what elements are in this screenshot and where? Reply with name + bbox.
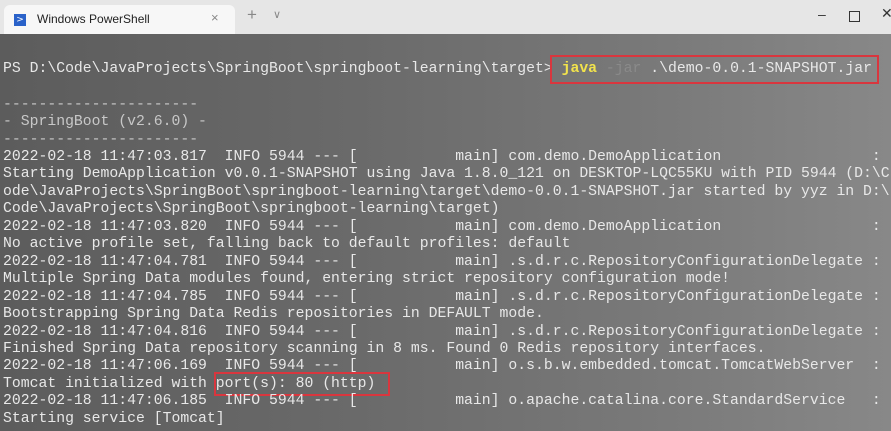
- log-line: Finished Spring Data repository scanning…: [3, 339, 766, 357]
- tab-title: Windows PowerShell: [37, 12, 150, 26]
- close-window-button[interactable]: ✕: [881, 5, 891, 22]
- log-line: 2022-02-18 11:47:04.781 INFO 5944 --- [ …: [3, 252, 881, 270]
- banner-line: - SpringBoot (v2.6.0) -: [3, 113, 207, 131]
- log-line: 2022-02-18 11:47:04.785 INFO 5944 --- [ …: [3, 287, 881, 305]
- log-line: ode\JavaProjects\SpringBoot\springboot-l…: [3, 182, 890, 200]
- log-line: Starting DemoApplication v0.0.1-SNAPSHOT…: [3, 165, 890, 183]
- terminal-output[interactable]: PS D:\Code\JavaProjects\SpringBoot\sprin…: [0, 34, 891, 431]
- log-line: Tomcat initialized with port(s): 80 (htt…: [3, 374, 376, 392]
- chevron-down-icon[interactable]: ∨: [273, 8, 281, 21]
- title-bar: > Windows PowerShell × + ∨ – ✕: [0, 0, 891, 34]
- log-line: 2022-02-18 11:47:03.820 INFO 5944 --- [ …: [3, 217, 881, 235]
- log-line: Starting service [Tomcat]: [3, 409, 225, 427]
- powershell-icon: >: [14, 14, 26, 26]
- minimize-button[interactable]: –: [818, 6, 826, 22]
- log-line: No active profile set, falling back to d…: [3, 235, 571, 253]
- new-tab-button[interactable]: +: [247, 5, 257, 25]
- tab-windows-powershell[interactable]: > Windows PowerShell ×: [4, 5, 235, 34]
- close-tab-icon[interactable]: ×: [211, 10, 219, 25]
- log-line: 2022-02-18 11:47:03.817 INFO 5944 --- [ …: [3, 148, 881, 165]
- log-line: Code\JavaProjects\SpringBoot\springboot-…: [3, 200, 500, 218]
- banner-line: ----------------------: [3, 96, 199, 113]
- log-line: 2022-02-18 11:47:04.816 INFO 5944 --- [ …: [3, 322, 881, 340]
- banner-line: ----------------------: [3, 130, 199, 148]
- log-line: 2022-02-18 11:47:06.169 INFO 5944 --- [ …: [3, 357, 881, 375]
- log-line: Bootstrapping Spring Data Redis reposito…: [3, 305, 544, 323]
- prompt-path: PS D:\Code\JavaProjects\SpringBoot\sprin…: [3, 60, 562, 77]
- maximize-button[interactable]: [849, 11, 860, 22]
- log-line: 2022-02-18 11:47:06.185 INFO 5944 --- [ …: [3, 392, 881, 410]
- command-highlight-box: [550, 55, 879, 84]
- log-line: Multiple Spring Data modules found, ente…: [3, 270, 731, 288]
